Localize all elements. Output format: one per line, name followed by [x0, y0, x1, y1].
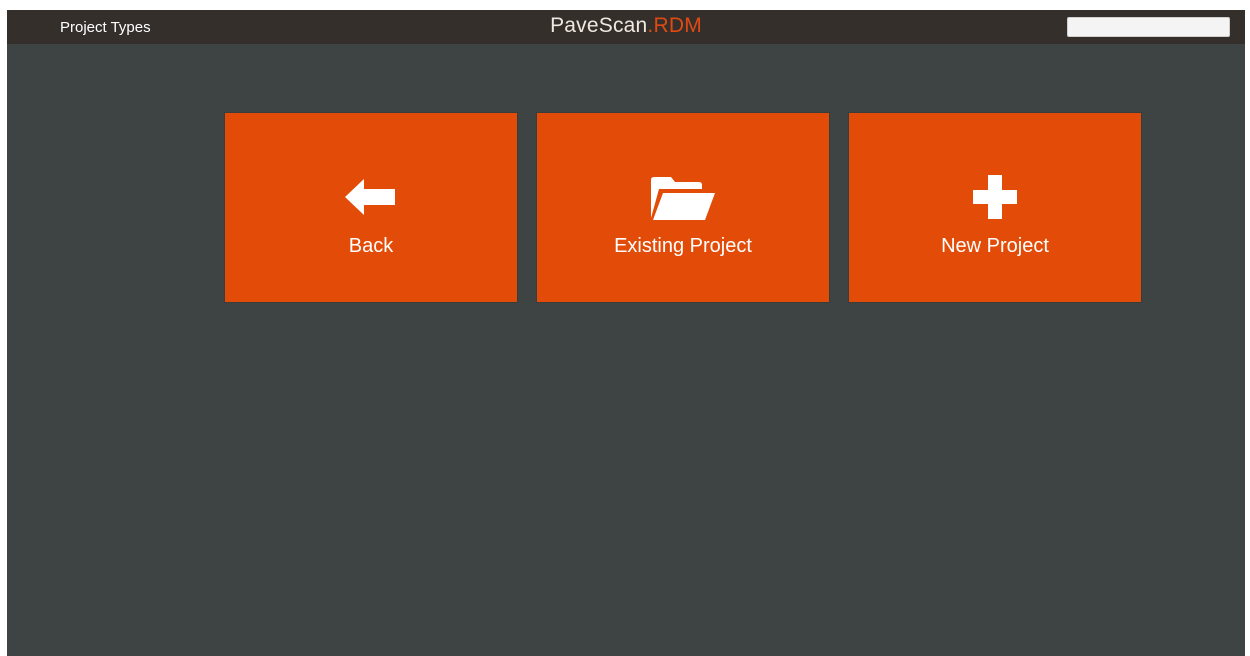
existing-project-label: Existing Project — [614, 235, 752, 257]
search-input[interactable] — [1067, 17, 1230, 37]
brand-logo: PaveScan.RDM — [7, 14, 1245, 38]
folder-open-icon — [537, 177, 829, 220]
brand-name: PaveScan — [550, 14, 648, 37]
arrow-left-icon — [225, 177, 517, 217]
brand-accent: RDM — [653, 14, 702, 37]
top-bar: Project Types PaveScan.RDM — [7, 10, 1245, 44]
new-project-button[interactable]: New Project — [849, 113, 1141, 302]
app-window: Project Types PaveScan.RDM Back Existing… — [7, 10, 1245, 656]
back-button[interactable]: Back — [225, 113, 517, 302]
plus-icon — [849, 175, 1141, 219]
back-label: Back — [348, 235, 394, 257]
new-project-label: New Project — [941, 235, 1049, 257]
existing-project-button[interactable]: Existing Project — [537, 113, 829, 302]
